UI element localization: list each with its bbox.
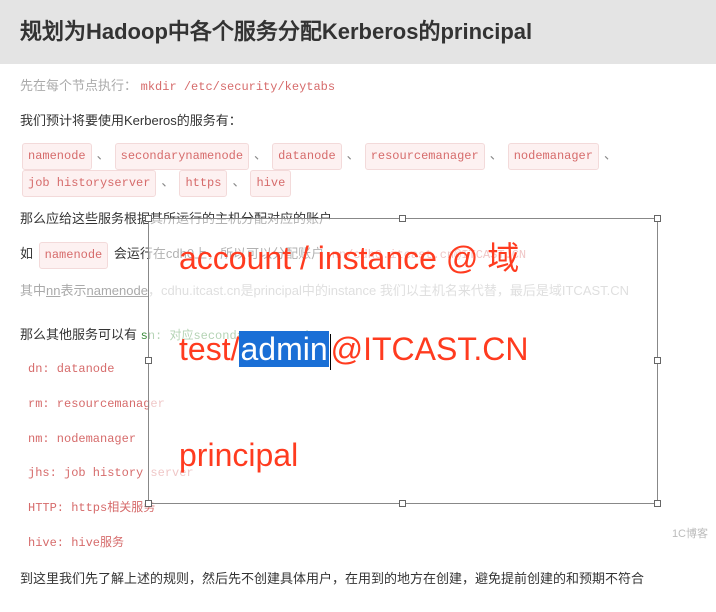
overlay-line-2[interactable]: test/admin@ITCAST.CN [179, 331, 528, 370]
mkdir-line: 先在每个节点执行： mkdir /etc/security/keytabs [20, 74, 696, 99]
mkdir-pre: 先在每个节点执行： [20, 78, 137, 93]
resize-handle[interactable] [654, 215, 661, 222]
service-tag: secondarynamenode [115, 143, 249, 170]
page-title: 规划为Hadoop中各个服务分配Kerberos的principal [20, 14, 696, 46]
separator: 、 [604, 147, 617, 162]
service-tag: namenode [22, 143, 92, 170]
service-tag: hive [250, 170, 291, 197]
page-header: 规划为Hadoop中各个服务分配Kerberos的principal [0, 0, 716, 64]
overlay-line-3[interactable]: principal [179, 437, 298, 474]
resize-handle[interactable] [654, 500, 661, 507]
eg-pre: 如 [20, 246, 33, 261]
service-tag: resourcemanager [365, 143, 485, 170]
resize-handle[interactable] [145, 500, 152, 507]
service-tag: nodemanager [508, 143, 599, 170]
eg-service: namenode [39, 242, 109, 269]
separator: 、 [254, 147, 267, 162]
bottom-line: 到这里我们先了解上述的规则，然后先不创建具体用户，在用到的地方在创建，避免提前创… [20, 567, 696, 592]
watermark: 1C博客 [672, 525, 708, 541]
resize-handle[interactable] [399, 215, 406, 222]
annotation-overlay[interactable]: account / instance @ 域 test/admin@ITCAST… [148, 218, 658, 504]
separator: 、 [490, 147, 503, 162]
services-list: namenode 、 secondarynamenode 、 datanode 、 reso… [20, 143, 696, 197]
resize-handle[interactable] [145, 357, 152, 364]
separator: 、 [161, 174, 174, 189]
overlay-selection: admin [239, 331, 328, 367]
service-tag: https [179, 170, 227, 197]
separator: 、 [347, 147, 360, 162]
overlay-post: @ITCAST.CN [331, 331, 529, 367]
services-intro: 我们预计将要使用Kerberos的服务有： [20, 109, 696, 134]
separator: 、 [97, 147, 110, 162]
resize-handle[interactable] [399, 500, 406, 507]
other-pre: 那么其他服务可以有 [20, 327, 137, 342]
overlay-line-1[interactable]: account / instance @ 域 [179, 233, 519, 279]
service-tag: job historyserver [22, 170, 156, 197]
overlay-pre: test/ [179, 331, 239, 367]
service-tag: datanode [272, 143, 342, 170]
resize-handle[interactable] [654, 357, 661, 364]
mkdir-cmd: mkdir /etc/security/keytabs [141, 80, 335, 94]
separator: 、 [232, 174, 245, 189]
resize-handle[interactable] [145, 215, 152, 222]
mapping-row: hive: hive服务 [28, 532, 696, 555]
